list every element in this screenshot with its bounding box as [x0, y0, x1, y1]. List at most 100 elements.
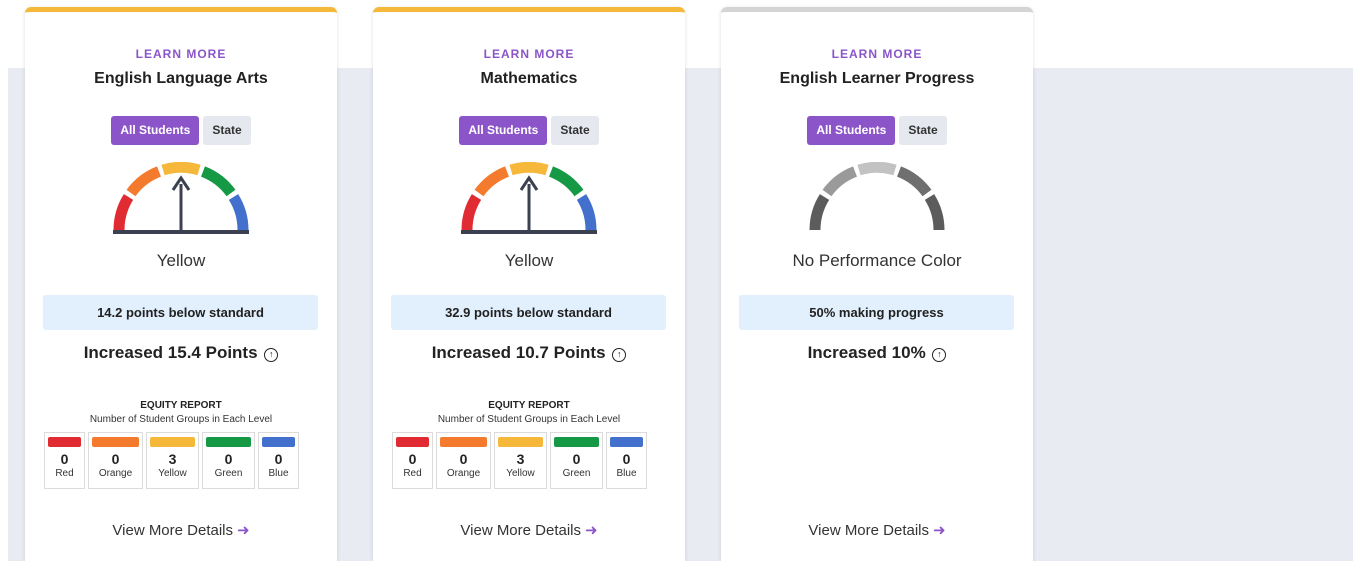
gauge-segment-orange — [126, 166, 162, 197]
all-students-toggle[interactable]: All Students — [111, 116, 200, 145]
arrow-up-circle-icon: ↑ — [264, 348, 279, 362]
level-color-bar — [206, 437, 251, 447]
level-count: 0 — [572, 451, 581, 467]
level-name: Orange — [98, 468, 133, 479]
view-more-details-link[interactable]: View More Details ➜ — [373, 521, 685, 539]
level-name: Yellow — [158, 468, 187, 479]
level-name: Green — [214, 468, 243, 479]
equity-levels: 0 Red 0 Orange 3 Yellow 0 Green 0 Blue — [44, 432, 299, 489]
performance-color-label: Yellow — [156, 251, 206, 270]
gauge-segment-yellow — [509, 162, 549, 176]
arrow-up-circle-icon: ↑ — [932, 348, 947, 362]
level-name: Red — [55, 468, 74, 479]
all-students-toggle[interactable]: All Students — [807, 116, 896, 145]
level-name: Orange — [446, 468, 481, 479]
level-count: 3 — [168, 451, 177, 467]
view-more-details-link[interactable]: View More Details ➜ — [721, 521, 1033, 539]
elp-card: LEARN MORE English Learner Progress All … — [721, 7, 1033, 561]
level-name: Red — [403, 468, 422, 479]
gauge-segment-red — [461, 194, 482, 231]
level-red: 0 Red — [392, 432, 433, 489]
state-toggle[interactable]: State — [899, 116, 947, 145]
level-orange: 0 Orange — [436, 432, 491, 489]
details-text: View More Details — [460, 522, 582, 539]
no-performance-gauge-icon — [809, 162, 945, 231]
level-name: Yellow — [506, 468, 535, 479]
gauge-segment-red — [113, 194, 134, 231]
performance-gauge-icon — [461, 162, 597, 234]
student-toggle-group: All Students State — [721, 116, 1033, 145]
level-orange: 0 Orange — [88, 432, 143, 489]
level-count: 0 — [274, 451, 283, 467]
level-color-bar — [554, 437, 599, 447]
card-title: English Learner Progress — [779, 70, 975, 87]
level-count: 0 — [60, 451, 69, 467]
level-yellow: 3 Yellow — [494, 432, 547, 489]
level-yellow: 3 Yellow — [146, 432, 199, 489]
level-green: 0 Green — [202, 432, 255, 489]
performance-gauge-icon — [113, 162, 249, 234]
gauge-base — [461, 230, 597, 234]
change-status: Increased 10% ↑ — [721, 343, 1033, 363]
student-toggle-group: All Students State — [373, 116, 685, 145]
gauge-segment — [896, 166, 932, 197]
state-toggle[interactable]: State — [551, 116, 599, 145]
level-count: 0 — [408, 451, 417, 467]
view-more-details-link[interactable]: View More Details ➜ — [25, 521, 337, 539]
gauge-segment — [822, 166, 858, 197]
gauge-segment-green — [548, 166, 584, 197]
level-color-bar — [440, 437, 487, 447]
standard-status: 32.9 points below standard — [391, 295, 666, 330]
state-toggle[interactable]: State — [203, 116, 251, 145]
ela-card: LEARN MORE English Language Arts All Stu… — [25, 7, 337, 561]
arrow-up-circle-icon: ↑ — [612, 348, 627, 362]
level-color-bar — [262, 437, 295, 447]
change-status: Increased 15.4 Points ↑ — [25, 343, 337, 363]
gauge-segment-yellow — [161, 162, 201, 176]
gauge-segment — [924, 194, 945, 231]
level-count: 0 — [111, 451, 120, 467]
details-text: View More Details — [112, 522, 234, 539]
level-name: Blue — [268, 468, 289, 479]
learn-more-link[interactable]: LEARN MORE — [373, 47, 685, 61]
gauge-segment — [857, 162, 897, 176]
learn-more-link[interactable]: LEARN MORE — [25, 47, 337, 61]
gauge-segment-blue — [228, 194, 249, 231]
equity-report-title: EQUITY REPORT — [488, 400, 570, 411]
level-green: 0 Green — [550, 432, 603, 489]
level-count: 0 — [622, 451, 631, 467]
level-color-bar — [92, 437, 139, 447]
change-text: Increased 10.7 Points — [431, 343, 606, 362]
gauge-segment-orange — [474, 166, 510, 197]
progress-status: 50% making progress — [739, 295, 1014, 330]
level-name: Blue — [616, 468, 637, 479]
student-toggle-group: All Students State — [25, 116, 337, 145]
level-count: 3 — [516, 451, 525, 467]
change-status: Increased 10.7 Points ↑ — [373, 343, 685, 363]
learn-more-link[interactable]: LEARN MORE — [721, 47, 1033, 61]
level-name: Green — [562, 468, 591, 479]
gauge-segment — [809, 194, 830, 231]
performance-color-label: No Performance Color — [792, 251, 962, 270]
arrow-right-icon: ➜ — [237, 522, 250, 539]
change-text: Increased 10% — [807, 343, 926, 362]
level-blue: 0 Blue — [258, 432, 299, 489]
level-count: 0 — [224, 451, 233, 467]
level-color-bar — [396, 437, 429, 447]
gauge-segment-blue — [576, 194, 597, 231]
all-students-toggle[interactable]: All Students — [459, 116, 548, 145]
gauge-segment-green — [200, 166, 236, 197]
level-color-bar — [498, 437, 543, 447]
level-color-bar — [48, 437, 81, 447]
gauge-base — [113, 230, 249, 234]
equity-report-subtitle: Number of Student Groups in Each Level — [437, 414, 621, 425]
arrow-right-icon: ➜ — [933, 522, 946, 539]
card-title: Mathematics — [480, 70, 578, 87]
level-red: 0 Red — [44, 432, 85, 489]
change-text: Increased 15.4 Points — [83, 343, 258, 362]
math-card: LEARN MORE Mathematics All Students Stat… — [373, 7, 685, 561]
performance-color-label: Yellow — [504, 251, 554, 270]
level-count: 0 — [459, 451, 468, 467]
equity-report-subtitle: Number of Student Groups in Each Level — [89, 414, 273, 425]
level-color-bar — [150, 437, 195, 447]
